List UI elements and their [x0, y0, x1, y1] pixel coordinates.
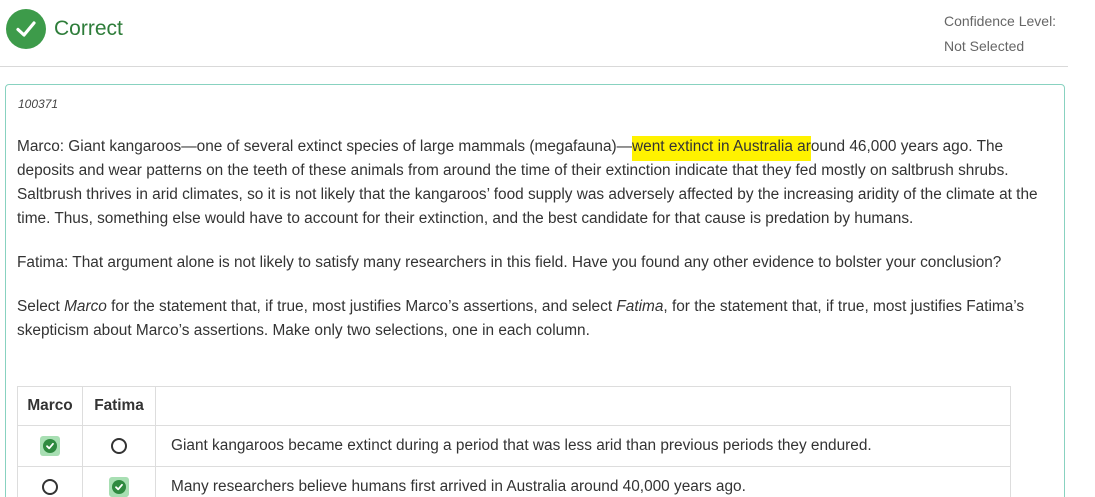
confidence-value: Not Selected: [944, 38, 1025, 54]
question-review-page: Correct Confidence Level: Not Selected 1…: [0, 0, 1095, 497]
instructions-fatima: Fatima: [616, 298, 664, 315]
marco-choice-2[interactable]: [42, 478, 58, 495]
statement-cell: Giant kangaroos became extinct during a …: [155, 425, 1011, 467]
check-circle-icon: [6, 9, 46, 49]
question-id: 100371: [18, 97, 59, 111]
column-header-marco: Marco: [17, 386, 83, 426]
instructions-text: Select: [17, 298, 65, 315]
marco-choice-cell: [17, 466, 83, 497]
instructions-text: for the statement that, if true, most ju…: [106, 298, 617, 315]
marco-choice-1[interactable]: [40, 436, 60, 456]
checkmark-icon: [16, 21, 36, 37]
highlighted-text[interactable]: went extinct in Australia ar: [632, 136, 811, 161]
fatima-choice-2[interactable]: [109, 477, 129, 497]
fatima-choice-cell: [82, 425, 156, 467]
confidence-level: Confidence Level: Not Selected: [944, 9, 1056, 59]
marco-choice-cell: [17, 425, 83, 467]
instructions: Select Marco for the statement that, if …: [17, 295, 1051, 343]
selected-check-icon: [112, 480, 126, 494]
fatima-choice-cell: [82, 466, 156, 497]
instructions-marco: Marco: [64, 298, 107, 315]
fatima-choice-1[interactable]: [111, 437, 127, 454]
table-row: Many researchers believe humans first ar…: [17, 466, 1011, 497]
marco-paragraph: Marco: Giant kangaroos—one of several ex…: [17, 135, 1051, 231]
confidence-label: Confidence Level:: [944, 13, 1057, 29]
table-row: Giant kangaroos became extinct during a …: [17, 425, 1011, 467]
selected-check-icon: [43, 439, 57, 453]
marco-text-start: Marco: Giant kangaroos—one of several ex…: [17, 138, 633, 155]
result-header: Correct Confidence Level: Not Selected: [0, 0, 1068, 67]
statement-cell: Many researchers believe humans first ar…: [155, 466, 1011, 497]
fatima-paragraph: Fatima: That argument alone is not likel…: [17, 254, 1002, 271]
question-panel: 100371 Marco: Giant kangaroos—one of sev…: [5, 84, 1065, 497]
answer-table-header: Marco Fatima: [17, 386, 1011, 426]
column-header-fatima: Fatima: [82, 386, 156, 426]
column-header-statement: [155, 386, 1011, 426]
question-passage: Marco: Giant kangaroos—one of several ex…: [17, 135, 1051, 363]
answer-table: Marco Fatima Giant kangaroos became exti…: [17, 386, 1011, 497]
result-label: Correct: [54, 17, 123, 40]
